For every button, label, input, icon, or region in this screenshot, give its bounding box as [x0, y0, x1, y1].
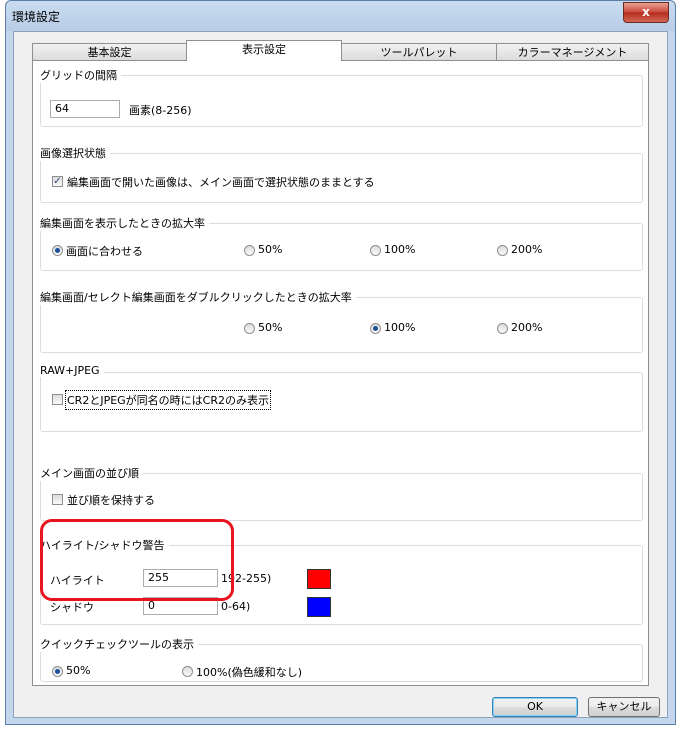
dblclick-zoom-100-radio[interactable]	[370, 323, 381, 334]
cr2-only-checkbox[interactable]	[52, 394, 63, 405]
cr2-only-label: CR2とJPEGが同名の時にはCR2のみ表示	[65, 390, 271, 410]
sort-group-title: メイン画面の並び順	[40, 465, 143, 481]
dblclick-zoom-100-label: 100%	[384, 321, 416, 334]
dblclick-zoom-50-label: 50%	[258, 321, 283, 334]
shadow-color-swatch[interactable]	[307, 597, 331, 617]
grid-interval-input[interactable]: 64	[50, 100, 120, 118]
dialog-client: 基本設定 表示設定 ツールパレット カラーマネージメント グリッドの間隔 64 …	[13, 31, 668, 718]
shadow-label: シャドウ	[50, 601, 94, 614]
window-title: 環境設定	[12, 10, 61, 24]
dblclick-zoom-200-radio[interactable]	[497, 323, 508, 334]
ok-button[interactable]: OK	[492, 697, 578, 717]
edit-zoom-group-title: 編集画面を表示したときの拡大率	[40, 215, 209, 231]
edit-zoom-200-radio[interactable]	[497, 245, 508, 256]
keep-order-label: 並び順を保持する	[67, 494, 155, 507]
quickcheck-50-label: 50%	[66, 664, 91, 677]
close-icon: x	[642, 5, 650, 19]
grid-interval-unit: 画素(8-256)	[129, 104, 192, 117]
edit-zoom-fit-radio[interactable]	[52, 245, 63, 256]
tab-display[interactable]: 表示設定	[186, 40, 342, 61]
close-button[interactable]: x	[623, 2, 669, 23]
keep-order-checkbox[interactable]	[52, 494, 63, 505]
title-bar[interactable]: 環境設定 x	[6, 1, 675, 31]
quickcheck-100-radio[interactable]	[182, 666, 193, 677]
edit-zoom-50-radio[interactable]	[244, 245, 255, 256]
shadow-range: 0-64)	[221, 600, 251, 613]
cancel-button[interactable]: キャンセル	[588, 697, 660, 717]
edit-zoom-50-label: 50%	[258, 243, 283, 256]
quickcheck-group-title: クイックチェックツールの表示	[40, 636, 198, 652]
highlight-color-swatch[interactable]	[307, 569, 331, 589]
highlight-shadow-annotation	[40, 519, 234, 601]
edit-zoom-fit-label: 画面に合わせる	[66, 245, 143, 258]
keep-selection-checkbox[interactable]: ✓	[52, 176, 63, 187]
raw-group-title: RAW+JPEG	[40, 364, 104, 377]
quickcheck-50-radio[interactable]	[52, 666, 63, 677]
edit-zoom-100-label: 100%	[384, 243, 416, 256]
keep-selection-label: 編集画面で開いた画像は、メイン画面で選択状態のままとする	[67, 176, 375, 189]
tab-tool-palette[interactable]: ツールパレット	[341, 43, 497, 60]
dblclick-zoom-group-title: 編集画面/セレクト編集画面をダブルクリックしたときの拡大率	[40, 289, 356, 305]
quickcheck-100-label: 100%(偽色緩和なし)	[196, 666, 303, 679]
edit-zoom-200-label: 200%	[511, 243, 543, 256]
dblclick-zoom-50-radio[interactable]	[244, 323, 255, 334]
edit-zoom-100-radio[interactable]	[370, 245, 381, 256]
tab-basic[interactable]: 基本設定	[32, 43, 187, 60]
dblclick-zoom-group	[40, 297, 643, 353]
grid-group-title: グリッドの間隔	[40, 67, 121, 83]
tab-color-management[interactable]: カラーマネージメント	[496, 43, 649, 60]
grid-group	[40, 75, 643, 127]
selection-group-title: 画像選択状態	[40, 145, 110, 161]
dblclick-zoom-200-label: 200%	[511, 321, 543, 334]
settings-window: 環境設定 x 基本設定 表示設定 ツールパレット カラーマネージメント グリッド…	[5, 0, 676, 725]
tab-strip: 基本設定 表示設定 ツールパレット カラーマネージメント	[32, 40, 649, 61]
